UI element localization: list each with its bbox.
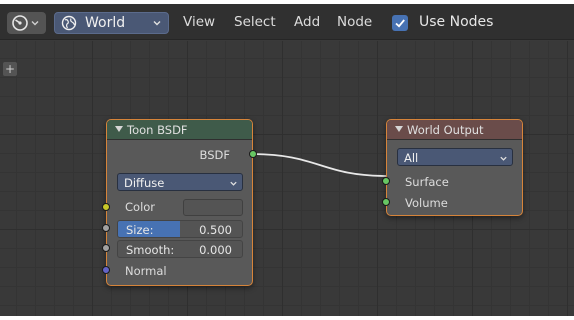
color-swatch[interactable] bbox=[183, 199, 243, 216]
smooth-value: 0.000 bbox=[199, 243, 232, 257]
normal-input-socket[interactable] bbox=[102, 266, 110, 274]
surface-input-socket[interactable] bbox=[382, 177, 390, 185]
chevron-down-icon bbox=[230, 181, 237, 186]
color-input-socket[interactable] bbox=[102, 203, 110, 211]
bsdf-output-label: BSDF bbox=[199, 148, 230, 162]
node-editor: World View Select Add Node Use Nodes + T… bbox=[0, 4, 574, 316]
color-input-label: Color bbox=[125, 200, 156, 214]
toon-bsdf-node[interactable]: Toon BSDF BSDF Diffuse Color Size: 0.500… bbox=[102, 119, 257, 286]
size-label: Size: bbox=[126, 223, 154, 237]
node-title: World Output bbox=[407, 123, 484, 137]
bsdf-output-socket[interactable] bbox=[249, 150, 257, 158]
smooth-label: Smooth: bbox=[126, 243, 175, 257]
normal-input-label: Normal bbox=[125, 264, 167, 278]
node-title: Toon BSDF bbox=[127, 123, 188, 137]
world-output-node[interactable]: World Output All Surface Volume bbox=[382, 119, 523, 216]
volume-input-label: Volume bbox=[405, 196, 448, 210]
target-label: All bbox=[404, 151, 419, 165]
size-input-socket[interactable] bbox=[102, 224, 110, 232]
target-dropdown[interactable]: All bbox=[397, 148, 513, 166]
size-value: 0.500 bbox=[199, 223, 232, 237]
smooth-input-socket[interactable] bbox=[102, 244, 110, 252]
collapse-triangle-icon[interactable] bbox=[395, 126, 403, 132]
node-header[interactable]: World Output bbox=[387, 120, 522, 140]
surface-input-label: Surface bbox=[405, 175, 449, 189]
volume-input-socket[interactable] bbox=[382, 198, 390, 206]
node-header[interactable]: Toon BSDF bbox=[107, 120, 252, 140]
collapse-triangle-icon[interactable] bbox=[115, 126, 123, 132]
chevron-down-icon bbox=[500, 156, 507, 161]
smooth-field[interactable]: Smooth: 0.000 bbox=[117, 240, 243, 258]
size-field[interactable]: Size: 0.500 bbox=[117, 220, 243, 238]
component-dropdown[interactable]: Diffuse bbox=[117, 173, 243, 191]
component-label: Diffuse bbox=[124, 176, 165, 190]
